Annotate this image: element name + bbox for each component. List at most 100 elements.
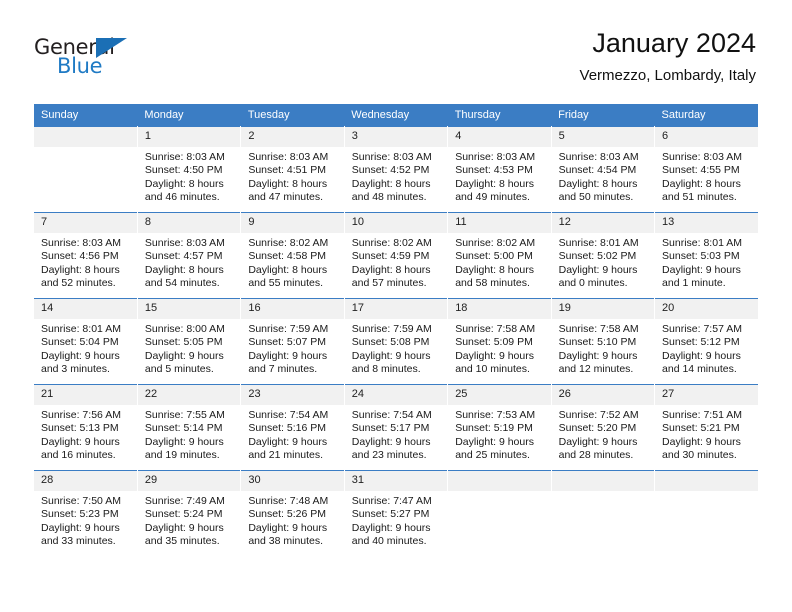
day-number (551, 471, 655, 491)
calendar-day-cell[interactable]: 17 Sunrise: 7:59 AM Sunset: 5:08 PM Dayligh… (344, 298, 449, 385)
sunrise-text: Sunrise: 7:54 AM (351, 409, 432, 421)
calendar-day-cell[interactable]: 16 Sunrise: 7:59 AM Sunset: 5:07 PM Dayligh… (240, 298, 345, 385)
daylight-text-line2: and 49 minutes. (455, 191, 530, 204)
calendar-day-cell[interactable]: 31 Sunrise: 7:47 AM Sunset: 5:27 PM Dayligh… (344, 470, 449, 556)
calendar-day-cell[interactable]: 20 Sunrise: 7:57 AM Sunset: 5:12 PM Dayligh… (654, 298, 758, 385)
calendar-day-cell[interactable]: 26 Sunrise: 7:52 AM Sunset: 5:20 PM Dayligh… (551, 384, 656, 471)
day-details: Sunrise: 7:48 AM Sunset: 5:26 PM Daylight:… (241, 491, 343, 549)
sunset-text: Sunset: 4:58 PM (248, 250, 326, 263)
day-details: Sunrise: 8:02 AM Sunset: 5:00 PM Daylight:… (448, 233, 550, 291)
calendar-day-cell[interactable]: 9 Sunrise: 8:02 AM Sunset: 4:58 PM Daylight… (240, 212, 345, 299)
weekday-header-monday: Monday (137, 104, 241, 127)
daylight-text-line1: Daylight: 8 hours (455, 177, 534, 190)
daylight-text-line1: Daylight: 9 hours (662, 435, 741, 448)
day-number: 18 (448, 299, 551, 319)
daylight-text-line2: and 35 minutes. (144, 535, 220, 548)
calendar-day-cell[interactable]: 5 Sunrise: 8:03 AM Sunset: 4:54 PM Daylight… (551, 126, 656, 213)
sunrise-text: Sunrise: 7:48 AM (248, 495, 329, 507)
calendar-week-row: 1 Sunrise: 8:03 AM Sunset: 4:50 PM Daylight… (34, 126, 758, 213)
day-details: Sunrise: 7:57 AM Sunset: 5:12 PM Daylight:… (655, 319, 758, 377)
calendar-day-cell[interactable]: 15 Sunrise: 8:00 AM Sunset: 5:05 PM Dayligh… (137, 298, 242, 385)
calendar-day-cell[interactable]: 25 Sunrise: 7:53 AM Sunset: 5:19 PM Dayligh… (447, 384, 552, 471)
day-number (34, 127, 137, 147)
daylight-text-line1: Daylight: 9 hours (248, 435, 328, 448)
daylight-text-line2: and 55 minutes. (248, 277, 324, 290)
calendar-day-cell[interactable]: 11 Sunrise: 8:02 AM Sunset: 5:00 PM Dayligh… (447, 212, 552, 299)
daylight-text-line1: Daylight: 9 hours (662, 263, 741, 276)
calendar-day-cell[interactable]: 1 Sunrise: 8:03 AM Sunset: 4:50 PM Daylight… (137, 126, 242, 213)
sunrise-text: Sunrise: 7:56 AM (41, 409, 121, 421)
day-number: 2 (241, 127, 344, 147)
day-number (448, 471, 551, 491)
calendar-day-cell[interactable]: 30 Sunrise: 7:48 AM Sunset: 5:26 PM Dayligh… (240, 470, 345, 556)
sunrise-text: Sunrise: 8:03 AM (248, 151, 329, 163)
calendar-day-cell[interactable]: 14 Sunrise: 8:01 AM Sunset: 5:04 PM Dayligh… (34, 298, 138, 385)
daylight-text-line1: Daylight: 9 hours (144, 349, 224, 362)
daylight-text-line2: and 40 minutes. (351, 535, 427, 548)
day-details: Sunrise: 7:55 AM Sunset: 5:14 PM Daylight:… (138, 405, 240, 463)
daylight-text-line2: and 47 minutes. (248, 191, 324, 204)
daylight-text-line1: Daylight: 9 hours (662, 349, 741, 362)
sunset-text: Sunset: 5:08 PM (351, 336, 430, 349)
sunset-text: Sunset: 4:59 PM (351, 250, 430, 263)
day-details: Sunrise: 7:53 AM Sunset: 5:19 PM Daylight:… (448, 405, 550, 463)
day-number: 20 (655, 299, 758, 319)
calendar-day-cell[interactable]: 27 Sunrise: 7:51 AM Sunset: 5:21 PM Dayligh… (654, 384, 758, 471)
calendar-day-cell[interactable]: 28 Sunrise: 7:50 AM Sunset: 5:23 PM Dayligh… (34, 470, 138, 556)
calendar-day-cell[interactable]: 2 Sunrise: 8:03 AM Sunset: 4:51 PM Daylight… (240, 126, 345, 213)
sunrise-text: Sunrise: 8:01 AM (662, 237, 742, 249)
calendar-body: 1 Sunrise: 8:03 AM Sunset: 4:50 PM Daylight… (34, 126, 758, 556)
calendar-day-cell[interactable]: 10 Sunrise: 8:02 AM Sunset: 4:59 PM Dayligh… (344, 212, 449, 299)
page-header: General Blue January 2024 Vermezzo, Lomb… (0, 0, 792, 100)
calendar-day-cell[interactable]: 24 Sunrise: 7:54 AM Sunset: 5:17 PM Dayligh… (344, 384, 449, 471)
daylight-text-line1: Daylight: 8 hours (41, 263, 120, 276)
daylight-text-line1: Daylight: 9 hours (351, 349, 431, 362)
daylight-text-line1: Daylight: 9 hours (248, 349, 328, 362)
calendar-day-cell[interactable]: 8 Sunrise: 8:03 AM Sunset: 4:57 PM Daylight… (137, 212, 242, 299)
calendar-week-row: 28 Sunrise: 7:50 AM Sunset: 5:23 PM Dayligh… (34, 470, 758, 556)
sunset-text: Sunset: 5:24 PM (144, 508, 223, 521)
sunset-text: Sunset: 4:53 PM (455, 164, 533, 177)
daylight-text-line2: and 23 minutes. (351, 449, 427, 462)
calendar-day-cell[interactable]: 7 Sunrise: 8:03 AM Sunset: 4:56 PM Daylight… (34, 212, 138, 299)
sunset-text: Sunset: 5:02 PM (558, 250, 637, 263)
calendar-day-cell[interactable]: 6 Sunrise: 8:03 AM Sunset: 4:55 PM Daylight… (654, 126, 758, 213)
sunset-text: Sunset: 5:23 PM (41, 508, 119, 521)
page-title: January 2024 (592, 28, 756, 58)
sunset-text: Sunset: 4:54 PM (558, 164, 637, 177)
day-number: 1 (137, 127, 241, 147)
sunset-text: Sunset: 5:13 PM (41, 422, 119, 435)
daylight-text-line1: Daylight: 9 hours (455, 349, 534, 362)
calendar-day-cell[interactable]: 18 Sunrise: 7:58 AM Sunset: 5:09 PM Dayligh… (447, 298, 552, 385)
day-number: 16 (241, 299, 344, 319)
calendar-day-cell[interactable]: 13 Sunrise: 8:01 AM Sunset: 5:03 PM Dayligh… (654, 212, 758, 299)
calendar-day-cell[interactable]: 12 Sunrise: 8:01 AM Sunset: 5:02 PM Dayligh… (551, 212, 656, 299)
sunrise-text: Sunrise: 7:59 AM (248, 323, 329, 335)
calendar-day-cell[interactable]: 19 Sunrise: 7:58 AM Sunset: 5:10 PM Dayligh… (551, 298, 656, 385)
day-details: Sunrise: 8:03 AM Sunset: 4:51 PM Daylight:… (241, 147, 343, 205)
calendar-table: Sunday Monday Tuesday Wednesday Thursday… (34, 104, 758, 556)
daylight-text-line2: and 7 minutes. (248, 363, 318, 376)
sunrise-text: Sunrise: 7:59 AM (351, 323, 432, 335)
daylight-text-line1: Daylight: 9 hours (455, 435, 534, 448)
day-number (655, 471, 758, 491)
sunset-text: Sunset: 4:51 PM (248, 164, 326, 177)
sunrise-text: Sunrise: 7:55 AM (144, 409, 225, 421)
calendar-day-cell[interactable]: 21 Sunrise: 7:56 AM Sunset: 5:13 PM Dayligh… (34, 384, 138, 471)
calendar-day-cell[interactable]: 4 Sunrise: 8:03 AM Sunset: 4:53 PM Daylight… (447, 126, 552, 213)
sunset-text: Sunset: 5:05 PM (144, 336, 223, 349)
day-number: 11 (448, 213, 551, 233)
daylight-text-line1: Daylight: 9 hours (41, 435, 120, 448)
calendar-day-cell[interactable]: 23 Sunrise: 7:54 AM Sunset: 5:16 PM Dayligh… (240, 384, 345, 471)
weekday-header-thursday: Thursday (447, 104, 552, 127)
calendar-day-cell[interactable]: 3 Sunrise: 8:03 AM Sunset: 4:52 PM Daylight… (344, 126, 449, 213)
sunset-text: Sunset: 5:26 PM (248, 508, 326, 521)
logo-word-blue: Blue (57, 54, 103, 78)
calendar-day-cell[interactable]: 22 Sunrise: 7:55 AM Sunset: 5:14 PM Dayligh… (137, 384, 242, 471)
calendar-day-cell[interactable]: 29 Sunrise: 7:49 AM Sunset: 5:24 PM Dayligh… (137, 470, 242, 556)
sunset-text: Sunset: 5:19 PM (455, 422, 533, 435)
general-blue-logo[interactable]: General Blue (34, 36, 154, 86)
daylight-text-line1: Daylight: 9 hours (558, 349, 638, 362)
daylight-text-line1: Daylight: 9 hours (558, 435, 638, 448)
sunrise-text: Sunrise: 8:03 AM (144, 237, 225, 249)
